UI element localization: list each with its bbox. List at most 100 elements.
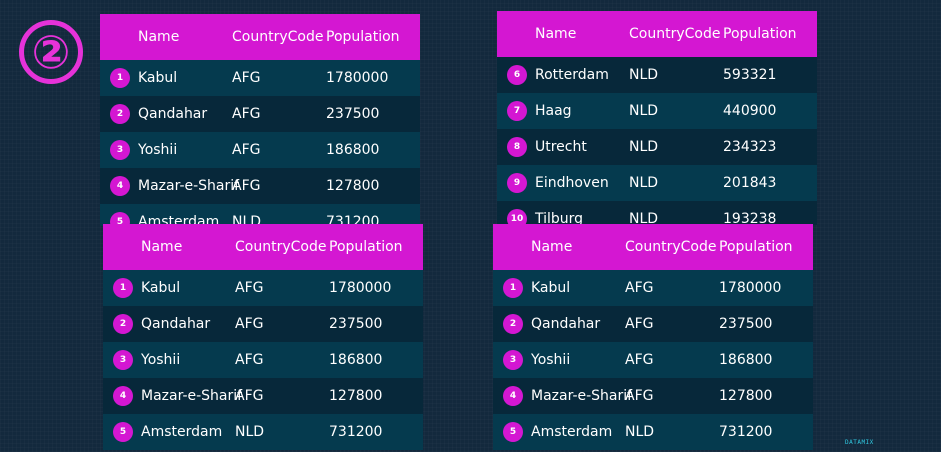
cell-countrycode: AFG	[625, 280, 654, 296]
cell-countrycode: AFG	[232, 106, 261, 122]
header-population: Population	[719, 239, 793, 255]
step-number-badge: ②	[19, 20, 83, 84]
cell-countrycode: AFG	[625, 316, 654, 332]
table-bottom-right: Name CountryCode Population 1 Kabul AFG …	[493, 224, 813, 452]
cell-population: 1780000	[326, 70, 389, 86]
header-population: Population	[329, 239, 403, 255]
table-row: 9 Eindhoven NLD 201843	[497, 165, 817, 201]
row-number-badge: 5	[113, 422, 133, 442]
cell-countrycode: NLD	[629, 211, 659, 225]
cell-countrycode: NLD	[235, 424, 265, 440]
cell-name: Amsterdam	[138, 214, 220, 226]
cell-name: Qandahar	[141, 316, 211, 332]
brand-logo: DATAMIX	[845, 439, 874, 446]
cell-countrycode: AFG	[232, 142, 261, 158]
row-number-badge: 6	[507, 65, 527, 85]
cell-name: Mazar-e-Sharif	[531, 388, 633, 404]
cell-name: Yoshii	[141, 352, 181, 368]
table-row: 5 Amsterdam NLD 731200	[100, 204, 420, 226]
cell-countrycode: AFG	[235, 280, 264, 296]
table-row: 1 Kabul AFG 1780000	[493, 270, 813, 306]
cell-population: 186800	[719, 352, 773, 368]
table-row: 4 Mazar-e-Sharif AFG 127800	[493, 378, 813, 414]
cell-countrycode: NLD	[629, 139, 659, 155]
cell-population: 193238	[723, 211, 777, 225]
cell-countrycode: NLD	[629, 103, 659, 119]
table-row: 1 Kabul AFG 1780000	[103, 270, 423, 306]
header-countrycode: CountryCode	[235, 239, 327, 255]
cell-countrycode: AFG	[625, 352, 654, 368]
table-top-left: Name CountryCode Population 1 Kabul AFG …	[100, 14, 420, 226]
row-number-badge: 4	[110, 176, 130, 196]
cell-population: 1780000	[329, 280, 392, 296]
cell-population: 440900	[723, 103, 777, 119]
table-row: 2 Qandahar AFG 237500	[103, 306, 423, 342]
cell-countrycode: NLD	[232, 214, 262, 226]
cell-population: 237500	[326, 106, 380, 122]
cell-population: 731200	[719, 424, 773, 440]
cell-countrycode: NLD	[629, 67, 659, 83]
cell-name: Rotterdam	[535, 67, 609, 83]
cell-name: Tilburg	[535, 211, 584, 225]
header-name: Name	[531, 239, 573, 255]
row-number-badge: 2	[110, 104, 130, 124]
cell-name: Yoshii	[531, 352, 571, 368]
cell-countrycode: AFG	[232, 178, 261, 194]
cell-population: 593321	[723, 67, 777, 83]
cell-countrycode: NLD	[625, 424, 655, 440]
header-name: Name	[138, 29, 180, 45]
cell-countrycode: NLD	[629, 175, 659, 191]
cell-countrycode: AFG	[625, 388, 654, 404]
cell-name: Mazar-e-Sharif	[141, 388, 243, 404]
table-top-right: Name CountryCode Population 6 Rotterdam …	[497, 11, 817, 225]
cell-population: 127800	[719, 388, 773, 404]
header-population: Population	[723, 26, 797, 42]
row-number-badge: 4	[113, 386, 133, 406]
row-number-badge: 3	[110, 140, 130, 160]
row-number-badge: 3	[503, 350, 523, 370]
cell-population: 186800	[326, 142, 380, 158]
table-header: Name CountryCode Population	[103, 224, 423, 270]
header-population: Population	[326, 29, 400, 45]
row-number-badge: 5	[503, 422, 523, 442]
table-row: 10 Tilburg NLD 193238	[497, 201, 817, 225]
cell-name: Mazar-e-Sharif	[138, 178, 240, 194]
cell-name: Qandahar	[531, 316, 601, 332]
cell-countrycode: AFG	[235, 316, 264, 332]
cell-countrycode: AFG	[232, 70, 261, 86]
row-number-badge: 3	[113, 350, 133, 370]
row-number-badge: 9	[507, 173, 527, 193]
table-header: Name CountryCode Population	[100, 14, 420, 60]
table-row: 5 Amsterdam NLD 731200	[103, 414, 423, 450]
cell-countrycode: AFG	[235, 388, 264, 404]
table-row: 2 Qandahar AFG 237500	[100, 96, 420, 132]
table-row: 8 Utrecht NLD 234323	[497, 129, 817, 165]
cell-name: Qandahar	[138, 106, 208, 122]
row-number-badge: 1	[110, 68, 130, 88]
row-number-badge: 2	[503, 314, 523, 334]
table-row: 3 Yoshii AFG 186800	[493, 342, 813, 378]
cell-population: 127800	[329, 388, 383, 404]
header-countrycode: CountryCode	[232, 29, 324, 45]
header-countrycode: CountryCode	[625, 239, 717, 255]
table-header: Name CountryCode Population	[497, 11, 817, 57]
table-row: 4 Mazar-e-Sharif AFG 127800	[100, 168, 420, 204]
row-number-badge: 1	[503, 278, 523, 298]
cell-name: Amsterdam	[141, 424, 223, 440]
cell-name: Kabul	[141, 280, 181, 296]
cell-population: 731200	[329, 424, 383, 440]
table-row: 2 Qandahar AFG 237500	[493, 306, 813, 342]
cell-population: 1780000	[719, 280, 782, 296]
table-row: 3 Yoshii AFG 186800	[100, 132, 420, 168]
header-name: Name	[141, 239, 183, 255]
table-row: 7 Haag NLD 440900	[497, 93, 817, 129]
table-row: 1 Kabul AFG 1780000	[100, 60, 420, 96]
row-number-badge: 2	[113, 314, 133, 334]
cell-name: Kabul	[531, 280, 571, 296]
header-countrycode: CountryCode	[629, 26, 721, 42]
table-row: 4 Mazar-e-Sharif AFG 127800	[103, 378, 423, 414]
row-number-badge: 1	[113, 278, 133, 298]
table-row: 3 Yoshii AFG 186800	[103, 342, 423, 378]
cell-population: 186800	[329, 352, 383, 368]
cell-population: 237500	[719, 316, 773, 332]
